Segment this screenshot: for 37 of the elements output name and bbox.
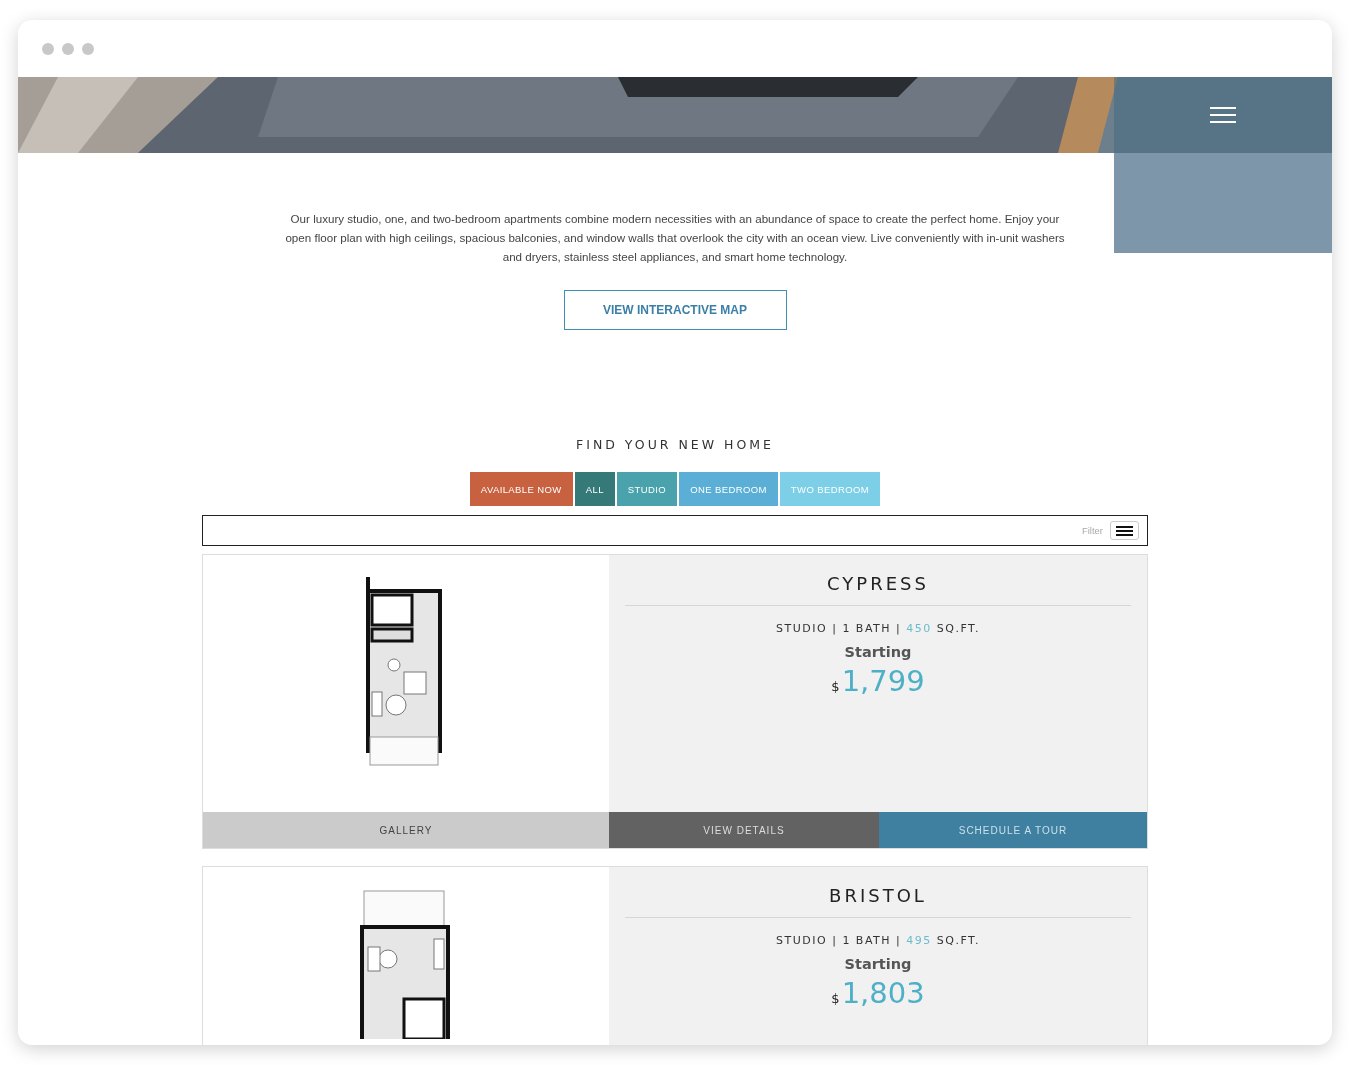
section-title: FIND YOUR NEW HOME (576, 437, 774, 452)
filter-tab[interactable]: STUDIO (616, 472, 678, 506)
separator: | (896, 934, 902, 947)
starting-label: Starting (844, 644, 912, 660)
menu-icon (1116, 525, 1133, 536)
intro-paragraph: Our luxury studio, one, and two-bedroom apartments combine modern necessities with an abundance of space to create the perfect home. Enjoy your open floor plan with high ceilings, spacious balconies, and window walls that overlook the city with an ocean view. Live conveniently with in-unit washers and dryers, stainless steel appliances, and smart home technology. (284, 211, 1066, 265)
bath-count: 1 BATH (842, 934, 892, 947)
bath-count: 1 BATH (842, 622, 892, 635)
action-button[interactable]: VIEW DETAILS (609, 812, 879, 848)
window-dot-icon (82, 42, 94, 55)
area-unit: SQ.FT. (936, 622, 980, 635)
separator: | (832, 934, 838, 947)
price: 1,799 (841, 664, 925, 698)
unit-name: BRISTOL (829, 885, 927, 906)
menu-icon[interactable] (1210, 107, 1236, 123)
filter-label: Filter (1081, 525, 1103, 536)
action-button[interactable]: GALLERY (203, 812, 609, 848)
action-button[interactable]: SCHEDULE A TOUR (879, 812, 1147, 848)
filter-tab[interactable]: ALL (574, 472, 615, 506)
square-footage: 450 (906, 622, 932, 635)
currency-sign: $ (831, 679, 840, 694)
window-dot-icon (42, 42, 54, 55)
unit-type: STUDIO (776, 622, 828, 635)
filter-tab[interactable]: ONE BEDROOM (679, 472, 778, 506)
unit-type: STUDIO (776, 934, 828, 947)
unit-name: CYPRESS (827, 573, 929, 594)
area-unit: SQ.FT. (936, 934, 980, 947)
price: 1,803 (841, 976, 925, 1010)
view-map-button[interactable]: VIEW INTERACTIVE MAP (563, 290, 787, 330)
currency-sign: $ (831, 991, 840, 1006)
separator: | (832, 622, 838, 635)
filter-tab[interactable]: AVAILABLE NOW (469, 472, 573, 506)
menu-button[interactable] (1110, 521, 1139, 540)
window-dot-icon (62, 42, 74, 55)
square-footage: 495 (906, 934, 932, 947)
separator: | (896, 622, 902, 635)
starting-label: Starting (844, 956, 912, 972)
